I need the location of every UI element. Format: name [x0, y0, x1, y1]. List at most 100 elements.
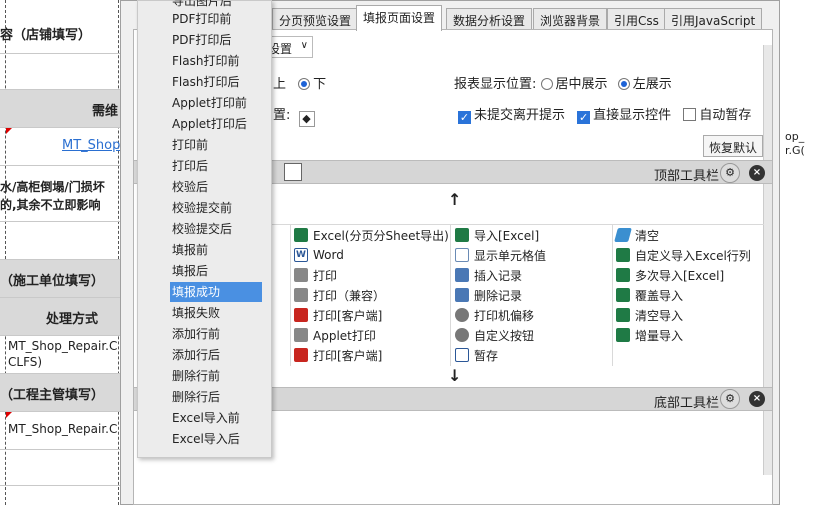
toolbar-item-print-client-pdf[interactable]: 打印[客户端]: [294, 345, 382, 365]
toolbar-item-import-excel[interactable]: 导入[Excel]: [455, 225, 539, 245]
toolbar-slot-icon: [284, 163, 302, 181]
toolbar-item-overwrite-import[interactable]: 覆盖导入: [616, 285, 683, 305]
arrow-up-icon[interactable]: ↑: [448, 190, 461, 209]
menu-item[interactable]: PDF打印后: [172, 30, 231, 50]
menu-item[interactable]: Flash打印前: [172, 51, 239, 71]
tab-page-preview[interactable]: 分页预览设置: [272, 8, 359, 30]
grid-line: [450, 224, 451, 366]
toolbar-item-print-compat[interactable]: 打印（兼容）: [294, 285, 385, 305]
sheet-cell[interactable]: 需维: [0, 90, 125, 128]
toolbar-item-custom-button[interactable]: 自定义按钮: [455, 325, 534, 345]
tab-css[interactable]: 引用Css: [607, 8, 666, 30]
toolbar-item-clear[interactable]: 清空: [614, 225, 660, 245]
menu-item[interactable]: 打印前: [172, 135, 208, 155]
sheet-cell[interactable]: MT_Shop: [0, 128, 125, 166]
menu-item[interactable]: 填报失败: [172, 303, 220, 323]
sheet-cell[interactable]: （工程主管填写）: [0, 374, 125, 412]
item-label: 增量导入: [635, 328, 684, 343]
gear-icon[interactable]: ⚙: [720, 389, 740, 409]
menu-item[interactable]: 校验提交前: [172, 198, 232, 218]
toolbar-item-printer-offset[interactable]: 打印机偏移: [455, 305, 534, 325]
checkbox-unsubmitted-prompt[interactable]: ✓: [458, 111, 471, 124]
move-icon: [455, 308, 469, 322]
excel-icon: [616, 288, 630, 302]
item-label: 打印（兼容）: [313, 288, 386, 303]
paint-bucket-icon[interactable]: ◆: [298, 111, 315, 127]
menu-item-label: 导出图片后: [172, 0, 233, 8]
toolbar-item-applet-print[interactable]: Applet打印: [294, 325, 376, 345]
toolbar-item-excel-sheet[interactable]: Excel(分页分Sheet导出): [294, 225, 449, 245]
sheet-cell[interactable]: [0, 54, 125, 90]
sheet-cell[interactable]: （施工单位填写）: [0, 260, 125, 298]
toolbar-item-insert-record[interactable]: 插入记录: [455, 265, 522, 285]
sheet-cell[interactable]: 处理方式: [0, 298, 125, 336]
cell-text: MT_Shop_Repair.C: [8, 422, 118, 436]
menu-item[interactable]: PDF打印前: [172, 9, 231, 29]
tab-browser-background[interactable]: 浏览器背景: [533, 8, 608, 30]
menu-item[interactable]: Excel导入前: [172, 408, 240, 428]
cell-link[interactable]: MT_Shop: [62, 138, 120, 153]
menu-item-label: 校验后: [172, 180, 209, 194]
toolbar-item-print[interactable]: 打印: [294, 265, 337, 285]
item-label: 清空: [635, 228, 660, 243]
item-label: 打印: [313, 268, 338, 283]
menu-item[interactable]: 添加行后: [172, 345, 220, 365]
toolbar-item-delete-record[interactable]: 删除记录: [455, 285, 522, 305]
checkbox-direct-show[interactable]: ✓: [577, 111, 591, 124]
arrow-down-icon[interactable]: ↓: [448, 366, 461, 385]
radio-center[interactable]: [540, 78, 553, 90]
restore-default-button[interactable]: 恢复默认: [703, 135, 763, 157]
menu-item[interactable]: 填报后: [172, 261, 208, 281]
radio-down[interactable]: [298, 78, 311, 90]
tab-data-analysis[interactable]: 数据分析设置: [446, 8, 533, 30]
radio-left[interactable]: [617, 78, 630, 90]
sheet-cell[interactable]: 水/高柜倒塌/门损坏 的,其余不立即影响: [0, 166, 125, 222]
sheet-cell[interactable]: MT_Shop_Repair.C: [0, 412, 125, 450]
menu-item-label: 删除行前: [172, 369, 221, 383]
toolbar-item-word[interactable]: W Word: [294, 245, 344, 265]
close-icon[interactable]: ×: [749, 391, 765, 407]
item-label: Excel(分页分Sheet导出): [313, 228, 449, 243]
tab-javascript[interactable]: 引用JavaScript: [664, 8, 763, 30]
cell-text: （施工单位填写）: [0, 274, 105, 289]
menu-item[interactable]: 删除行后: [172, 387, 220, 407]
menu-item-label: Excel导入后: [172, 432, 240, 446]
checkbox-auto-save[interactable]: [683, 108, 697, 121]
menu-item-label: Flash打印后: [172, 75, 240, 89]
menu-item[interactable]: 校验后: [172, 177, 208, 197]
menu-item[interactable]: 校验提交后: [172, 219, 232, 239]
toolbar-item-clear-import[interactable]: 清空导入: [616, 305, 683, 325]
sheet-cell[interactable]: MT_Shop_Repair.C CLFS): [0, 336, 125, 374]
menu-item[interactable]: 添加行前: [172, 324, 220, 344]
toolbar-item-incremental-import[interactable]: 增量导入: [616, 325, 683, 345]
button-label: 恢复默认: [708, 141, 757, 155]
position-radio-group: 上 下: [273, 73, 326, 92]
toolbar-item-print-client[interactable]: 打印[客户端]: [294, 305, 382, 325]
menu-item[interactable]: Flash打印后: [172, 72, 239, 92]
menu-item-label: 添加行前: [172, 327, 221, 341]
gear-icon[interactable]: ⚙: [720, 163, 740, 183]
menu-item[interactable]: 打印后: [172, 156, 208, 176]
menu-item[interactable]: Applet打印前: [172, 93, 247, 113]
toolbar-item-show-cell[interactable]: 显示单元格值: [455, 245, 546, 265]
cell-text: 需维: [92, 104, 119, 119]
tab-label: 分页预览设置: [279, 14, 352, 28]
sheet-cell[interactable]: 容（店铺填写）: [0, 10, 125, 54]
menu-item[interactable]: 填报前: [172, 240, 208, 260]
menu-item[interactable]: Applet打印后: [172, 114, 247, 134]
item-label: 清空导入: [635, 308, 684, 323]
excel-icon: [616, 268, 630, 282]
tab-label: 数据分析设置: [453, 14, 526, 28]
menu-item[interactable]: 删除行前: [172, 366, 220, 386]
sheet-cell[interactable]: [0, 222, 125, 260]
menu-item-selected[interactable]: 填报成功: [170, 282, 262, 302]
menu-item[interactable]: Excel导入后: [172, 429, 240, 449]
toolbar-item-custom-import[interactable]: 自定义导入Excel行列: [616, 245, 751, 265]
menu-item-label: 填报后: [172, 264, 209, 278]
cell-icon: [455, 248, 469, 262]
toolbar-item-temp-save[interactable]: 暂存: [455, 345, 498, 365]
toolbar-item-multi-import[interactable]: 多次导入[Excel]: [616, 265, 724, 285]
sheet-cell[interactable]: [0, 450, 125, 486]
tab-fill-page[interactable]: 填报页面设置: [356, 5, 443, 31]
close-icon[interactable]: ×: [749, 165, 765, 181]
